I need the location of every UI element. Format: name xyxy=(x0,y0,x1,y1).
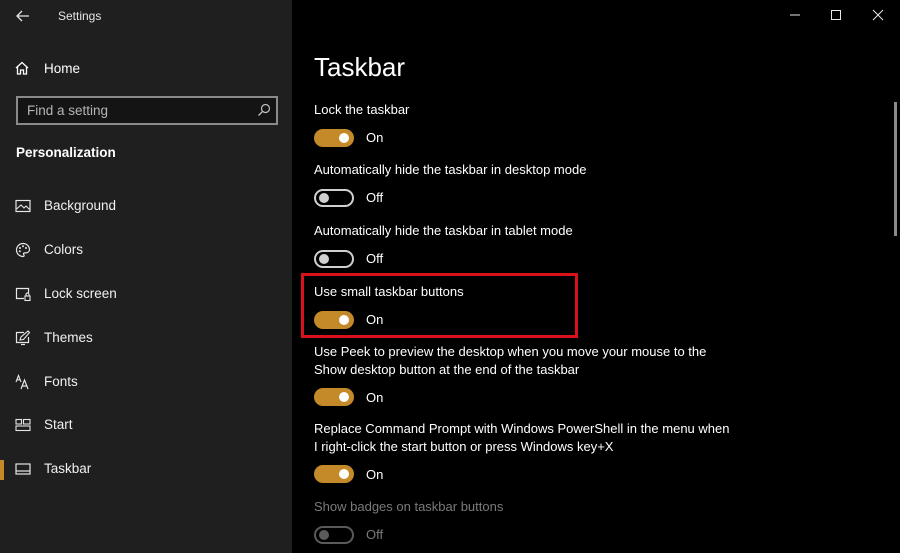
toggle-state: Off xyxy=(366,190,384,205)
home-link[interactable]: Home xyxy=(14,58,80,78)
setting-label: Automatically hide the taskbar in deskto… xyxy=(314,162,587,177)
section-header: Personalization xyxy=(16,145,116,160)
sidebar-item-colors[interactable]: Colors xyxy=(0,230,292,270)
sidebar-item-label: Fonts xyxy=(44,374,78,389)
setting-label: Use small taskbar buttons xyxy=(314,284,464,299)
close-button[interactable] xyxy=(867,4,889,26)
badges-toggle xyxy=(314,525,354,544)
sidebar-item-themes[interactable]: Themes xyxy=(0,318,292,358)
toggle-knob xyxy=(339,392,349,402)
search-box[interactable] xyxy=(16,96,278,125)
start-icon xyxy=(15,418,31,432)
toggle-knob xyxy=(339,132,349,143)
lock-taskbar-toggle[interactable] xyxy=(314,128,354,147)
scrollbar[interactable] xyxy=(894,102,897,236)
fonts-icon xyxy=(15,374,29,390)
small-buttons-toggle[interactable] xyxy=(314,310,354,329)
sidebar-item-background[interactable]: Background xyxy=(0,186,292,226)
home-label: Home xyxy=(44,60,81,76)
maximize-button[interactable] xyxy=(825,4,847,26)
close-icon xyxy=(872,9,884,21)
palette-icon xyxy=(15,242,31,258)
setting-label: Show badges on taskbar buttons xyxy=(314,499,504,514)
home-icon xyxy=(15,61,29,75)
setting-lock-taskbar: Lock the taskbar On xyxy=(314,101,734,149)
setting-label: Lock the taskbar xyxy=(314,102,410,117)
setting-autohide-tablet: Automatically hide the taskbar in tablet… xyxy=(314,222,734,270)
sidebar-item-fonts[interactable]: Fonts xyxy=(0,362,292,402)
search-input[interactable] xyxy=(18,98,255,123)
themes-icon xyxy=(15,330,31,346)
sidebar-item-lock-screen[interactable]: Lock screen xyxy=(0,274,292,314)
toggle-knob xyxy=(319,529,329,540)
maximize-icon xyxy=(831,10,841,20)
setting-badges: Show badges on taskbar buttons Off xyxy=(314,498,734,546)
sidebar-item-label: Themes xyxy=(44,330,93,345)
setting-autohide-desktop: Automatically hide the taskbar in deskto… xyxy=(314,161,734,209)
sidebar-item-taskbar[interactable]: Taskbar xyxy=(0,449,292,489)
toggle-state: On xyxy=(366,389,384,405)
minimize-icon xyxy=(790,14,800,16)
selected-indicator xyxy=(0,460,4,480)
autohide-tablet-toggle[interactable] xyxy=(314,249,354,268)
setting-label: Use Peek to preview the desktop when you… xyxy=(314,344,707,377)
sidebar-item-label: Background xyxy=(44,198,117,213)
sidebar: Settings Home Personalization Background… xyxy=(0,0,292,553)
sidebar-item-label: Colors xyxy=(44,242,84,257)
toggle-state: On xyxy=(366,130,384,145)
toggle-state: Off xyxy=(366,251,384,266)
setting-powershell: Replace Command Prompt with Windows Powe… xyxy=(314,420,734,485)
setting-label: Automatically hide the taskbar in tablet… xyxy=(314,223,573,238)
back-button[interactable] xyxy=(14,7,32,25)
toggle-state: On xyxy=(366,312,384,327)
toggle-state: Off xyxy=(366,527,384,542)
autohide-desktop-toggle[interactable] xyxy=(314,188,354,207)
setting-small-buttons: Use small taskbar buttons On xyxy=(314,283,734,331)
back-arrow-icon xyxy=(16,10,29,22)
search-icon[interactable] xyxy=(257,103,271,117)
setting-peek: Use Peek to preview the desktop when you… xyxy=(314,343,734,408)
picture-icon xyxy=(15,199,31,213)
toggle-knob xyxy=(339,469,349,479)
peek-toggle[interactable] xyxy=(314,388,354,406)
lock-screen-icon xyxy=(15,287,31,302)
toggle-knob xyxy=(319,253,329,264)
setting-label: Replace Command Prompt with Windows Powe… xyxy=(314,421,730,454)
powershell-toggle[interactable] xyxy=(314,465,354,483)
page-title: Taskbar xyxy=(314,52,406,82)
sidebar-item-label: Start xyxy=(44,417,73,432)
minimize-button[interactable] xyxy=(784,4,806,26)
sidebar-item-label: Lock screen xyxy=(44,286,117,301)
toggle-state: On xyxy=(366,466,384,482)
window-title: Settings xyxy=(58,9,102,23)
taskbar-icon xyxy=(15,463,31,475)
sidebar-item-label: Taskbar xyxy=(44,461,92,476)
sidebar-item-start[interactable]: Start xyxy=(0,405,292,445)
main-content: Taskbar Lock the taskbar On Automaticall… xyxy=(292,0,900,553)
toggle-knob xyxy=(339,314,349,325)
toggle-knob xyxy=(319,192,329,203)
